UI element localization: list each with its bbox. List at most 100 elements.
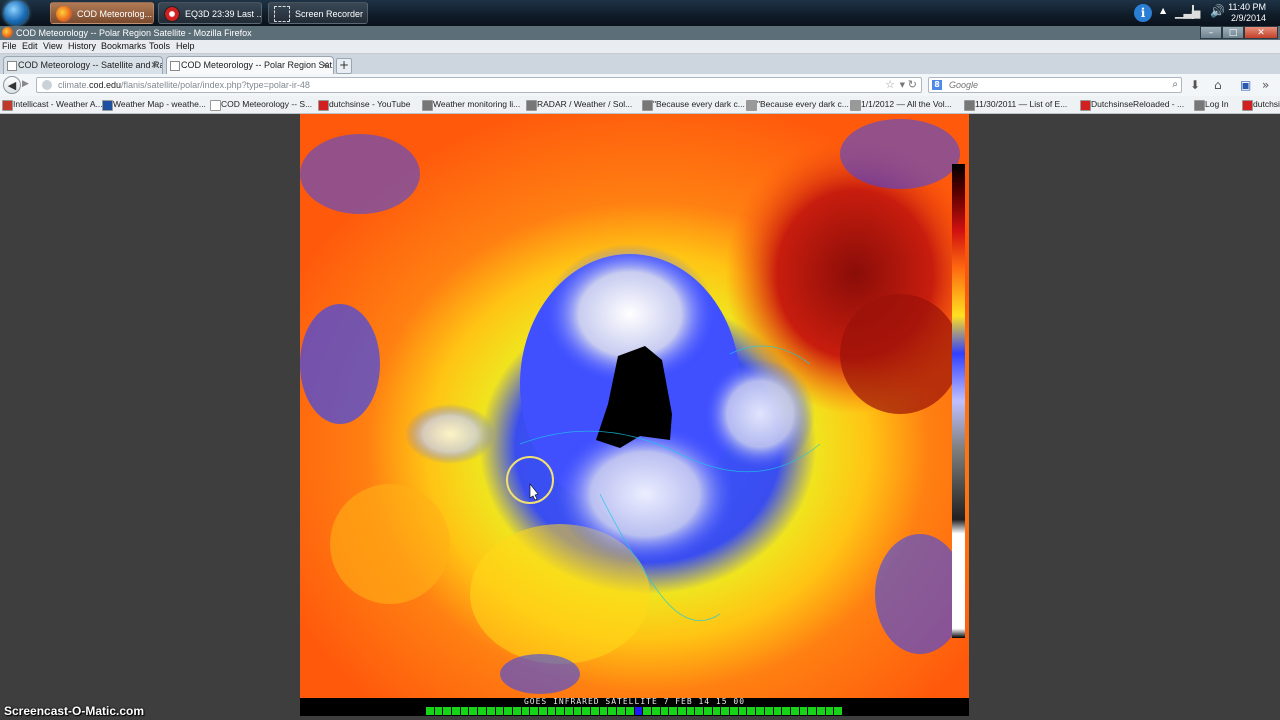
info-icon[interactable]: i: [1134, 4, 1152, 22]
frame-cell[interactable]: [730, 707, 738, 715]
frame-cell[interactable]: [834, 707, 842, 715]
frame-cell[interactable]: [669, 707, 677, 715]
frame-cell[interactable]: [530, 707, 538, 715]
tab-polar-region-satellite[interactable]: COD Meteorology -- Polar Region Sat... ✕: [166, 56, 334, 74]
menu-edit[interactable]: Edit: [22, 40, 38, 53]
frame-cell[interactable]: [443, 707, 452, 715]
taskbar-screen-recorder-button[interactable]: Screen Recorder: [268, 2, 368, 24]
minimize-button[interactable]: –: [1200, 26, 1222, 39]
frame-cell[interactable]: [660, 707, 669, 715]
frame-cell[interactable]: [495, 707, 504, 715]
menu-overflow-icon[interactable]: »: [1262, 77, 1269, 93]
bookmark-item[interactable]: Weather monitoring li...: [422, 96, 533, 113]
frame-cell[interactable]: [582, 707, 591, 715]
bookmark-item[interactable]: Log In: [1194, 96, 1249, 113]
new-tab-button[interactable]: +: [336, 58, 352, 74]
menu-help[interactable]: Help: [176, 40, 195, 53]
menu-view[interactable]: View: [43, 40, 62, 53]
bookmark-item[interactable]: dutchsinse - YouTube: [1242, 96, 1280, 113]
frame-cell[interactable]: [756, 707, 764, 715]
tray-expand-icon[interactable]: ▲: [1160, 6, 1166, 15]
frame-cell[interactable]: [825, 707, 834, 715]
frame-cell[interactable]: [721, 707, 730, 715]
close-button[interactable]: ✕: [1244, 26, 1278, 39]
bookmark-item[interactable]: "Because every dark c...: [746, 96, 857, 113]
frame-cell[interactable]: [478, 707, 486, 715]
home-icon[interactable]: ⌂: [1214, 77, 1222, 93]
menu-history[interactable]: History: [68, 40, 96, 53]
search-bar[interactable]: 8 ⌕: [928, 77, 1182, 93]
menu-bookmarks[interactable]: Bookmarks: [101, 40, 146, 53]
reload-icon[interactable]: ↻: [908, 78, 917, 92]
frame-cell[interactable]: [790, 707, 799, 715]
frame-cell[interactable]: [677, 707, 686, 715]
search-engine-icon[interactable]: 8: [932, 80, 942, 90]
bookmark-item[interactable]: Weather Map - weathe...: [102, 96, 217, 113]
frame-cell[interactable]: [608, 707, 617, 715]
url-text[interactable]: climate.cod.edu/flanis/satellite/polar/i…: [58, 78, 310, 92]
search-input[interactable]: [949, 78, 1159, 92]
tab-satellite-and-radar[interactable]: COD Meteorology -- Satellite and Ra... ✕: [3, 56, 163, 74]
frame-cell[interactable]: [538, 707, 547, 715]
tab-close-icon[interactable]: ✕: [150, 57, 158, 73]
bookmark-item[interactable]: Intellicast - Weather A...: [2, 96, 109, 113]
frame-cell[interactable]: [504, 707, 512, 715]
frame-cell[interactable]: [782, 707, 790, 715]
frame-cell[interactable]: [573, 707, 582, 715]
frame-cell[interactable]: [469, 707, 478, 715]
start-button[interactable]: [4, 1, 28, 25]
polar-satellite-image[interactable]: [300, 114, 969, 698]
bookmark-star-icon[interactable]: ☆: [885, 78, 895, 92]
bookmark-item[interactable]: 11/30/2011 — List of E...: [964, 96, 1087, 113]
maximize-button[interactable]: □: [1222, 26, 1244, 39]
frame-cell[interactable]: [738, 707, 747, 715]
animation-frame-bar[interactable]: [300, 706, 969, 716]
frame-cell[interactable]: [556, 707, 564, 715]
bookmark-item[interactable]: 1/1/2012 — All the Vol...: [850, 96, 971, 113]
address-bar[interactable]: climate.cod.edu/flanis/satellite/polar/i…: [36, 77, 922, 93]
frame-cell[interactable]: [521, 707, 530, 715]
frame-cell[interactable]: [773, 707, 782, 715]
frame-cell[interactable]: [512, 707, 521, 715]
volume-icon[interactable]: 🔊: [1210, 4, 1225, 18]
frame-cell[interactable]: [686, 707, 695, 715]
system-clock[interactable]: 11:40 PM 2/9/2014: [1228, 2, 1266, 24]
frame-cell[interactable]: [591, 707, 599, 715]
frame-cell[interactable]: [565, 707, 573, 715]
frame-cell[interactable]: [764, 707, 773, 715]
bookmark-item[interactable]: DutchsinseReloaded - ...: [1080, 96, 1201, 113]
frame-cell[interactable]: [547, 707, 556, 715]
frame-cell[interactable]: [651, 707, 660, 715]
back-button[interactable]: ◀: [3, 76, 21, 94]
frame-cell[interactable]: [625, 707, 634, 715]
menu-tools[interactable]: Tools: [149, 40, 170, 53]
frame-cell[interactable]: [799, 707, 808, 715]
frame-cell[interactable]: [434, 707, 443, 715]
frame-cell[interactable]: [747, 707, 756, 715]
forward-button[interactable]: ▶: [22, 79, 29, 89]
menu-file[interactable]: File: [2, 40, 17, 53]
frame-cell[interactable]: [486, 707, 495, 715]
tab-close-icon[interactable]: ✕: [321, 57, 329, 73]
url-dropdown-icon[interactable]: ▼: [900, 78, 905, 92]
taskbar-eq3d-button[interactable]: EQ3D 23:39 Last ...: [158, 2, 262, 24]
taskbar-firefox-button[interactable]: COD Meteorolog...: [50, 2, 154, 24]
addon-icon[interactable]: ▣: [1240, 77, 1251, 93]
downloads-icon[interactable]: ⬇: [1190, 77, 1200, 93]
frame-cell[interactable]: [704, 707, 712, 715]
frame-cell[interactable]: [426, 707, 434, 715]
bookmark-item[interactable]: RADAR / Weather / Sol...: [526, 96, 649, 113]
frame-cell[interactable]: [816, 707, 825, 715]
bookmark-item[interactable]: "Because every dark c...: [642, 96, 753, 113]
firefox-icon[interactable]: [2, 27, 13, 38]
frame-cell[interactable]: [634, 707, 643, 715]
frame-cell[interactable]: [599, 707, 608, 715]
bookmark-item[interactable]: COD Meteorology -- S...: [210, 96, 325, 113]
frame-cell[interactable]: [460, 707, 469, 715]
site-identity-icon[interactable]: [42, 80, 52, 90]
frame-cell[interactable]: [808, 707, 816, 715]
bookmark-item[interactable]: dutchsinse - YouTube: [318, 96, 429, 113]
frame-cell[interactable]: [695, 707, 703, 715]
frame-cell[interactable]: [617, 707, 625, 715]
action-center-icon[interactable]: [1192, 5, 1204, 19]
